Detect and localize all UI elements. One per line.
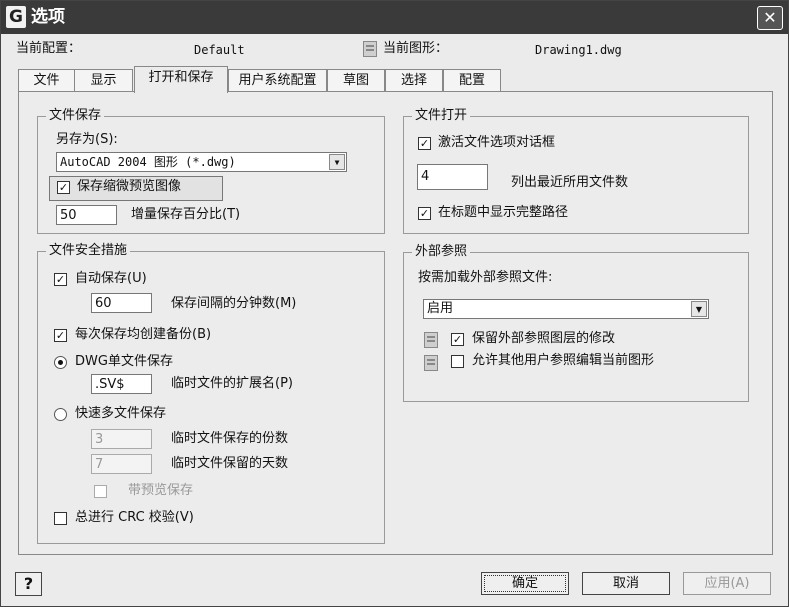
file-open-legend: 文件打开	[412, 107, 471, 125]
retain-changes-label: 保留外部参照图层的修改	[472, 331, 616, 346]
minutes-input[interactable]: 60	[91, 293, 152, 313]
tab-files[interactable]: 文件	[18, 69, 75, 92]
xref-legend: 外部参照	[412, 243, 471, 261]
drawing-file-icon	[363, 41, 377, 57]
preview-save-checkbox	[94, 485, 107, 498]
demand-load-dropdown[interactable]: 启用 ▼	[423, 299, 709, 319]
minutes-label: 保存间隔的分钟数(M)	[171, 296, 297, 311]
recent-files-input[interactable]: 4	[417, 164, 488, 190]
allow-edit-checkbox[interactable]	[451, 355, 464, 368]
autosave-label: 自动保存(U)	[75, 271, 147, 286]
help-button[interactable]: ?	[15, 572, 42, 596]
tab-user-preferences[interactable]: 用户系统配置	[228, 69, 327, 92]
demand-load-label: 按需加载外部参照文件:	[418, 270, 553, 285]
tab-display[interactable]: 显示	[74, 69, 133, 92]
crc-checkbox[interactable]	[54, 512, 67, 525]
demand-load-value: 启用	[427, 301, 454, 316]
preview-save-label: 带预览保存	[128, 483, 194, 498]
tab-drafting[interactable]: 草图	[327, 69, 385, 92]
cancel-button[interactable]: 取消	[582, 572, 670, 595]
apply-button: 应用(A)	[683, 572, 771, 595]
file-save-legend: 文件保存	[46, 107, 105, 125]
temp-days-input: 7	[91, 454, 152, 474]
current-drawing-value: Drawing1.dwg	[535, 43, 622, 57]
temp-extension-label: 临时文件的扩展名(P)	[171, 376, 293, 391]
app-logo-icon: G	[6, 6, 26, 28]
retain-changes-checkbox[interactable]: ✓	[451, 333, 464, 346]
thumbnail-checkbox[interactable]: ✓	[57, 181, 70, 194]
dwg-single-radio[interactable]	[54, 356, 67, 369]
full-path-label: 在标题中显示完整路径	[438, 205, 569, 220]
autosave-checkbox[interactable]: ✓	[54, 273, 67, 286]
thumbnail-label: 保存缩微预览图像	[77, 179, 182, 194]
activate-dialog-label: 激活文件选项对话框	[438, 135, 556, 150]
recent-files-label: 列出最近所用文件数	[511, 175, 629, 190]
save-as-value: AutoCAD 2004 图形 (*.dwg)	[60, 155, 236, 169]
dwg-single-label: DWG单文件保存	[75, 354, 173, 369]
chevron-down-icon[interactable]: ▼	[691, 301, 707, 317]
quick-multi-radio[interactable]	[54, 408, 67, 421]
tab-selection[interactable]: 选择	[385, 69, 443, 92]
drawing-file-icon	[424, 355, 438, 371]
ok-button[interactable]: 确定	[481, 572, 569, 595]
dialog-title: 选项	[31, 7, 65, 27]
save-as-label: 另存为(S):	[56, 132, 118, 147]
file-safety-legend: 文件安全措施	[46, 242, 131, 260]
temp-extension-input[interactable]: .SV$	[91, 374, 152, 394]
quick-multi-label: 快速多文件保存	[75, 406, 167, 421]
temp-count-label: 临时文件保存的份数	[171, 431, 289, 446]
temp-days-label: 临时文件保留的天数	[171, 456, 289, 471]
title-bar[interactable]: G 选项 ✕	[1, 1, 788, 34]
close-icon[interactable]: ✕	[757, 6, 783, 30]
incremental-save-input[interactable]: 50	[56, 205, 117, 225]
backup-checkbox[interactable]: ✓	[54, 329, 67, 342]
full-path-checkbox[interactable]: ✓	[418, 207, 431, 220]
incremental-save-label: 增量保存百分比(T)	[131, 207, 241, 222]
current-profile-value: Default	[194, 43, 245, 57]
allow-edit-label: 允许其他用户参照编辑当前图形	[472, 353, 655, 368]
crc-label: 总进行 CRC 校验(V)	[75, 510, 194, 525]
current-drawing-label: 当前图形：	[383, 41, 449, 56]
tab-open-save[interactable]: 打开和保存	[134, 66, 228, 93]
drawing-file-icon	[424, 332, 438, 348]
chevron-down-icon[interactable]: ▼	[329, 154, 345, 170]
current-profile-label: 当前配置：	[16, 41, 82, 56]
tab-profiles[interactable]: 配置	[443, 69, 501, 92]
temp-count-input: 3	[91, 429, 152, 449]
activate-dialog-checkbox[interactable]: ✓	[418, 137, 431, 150]
options-dialog: G 选项 ✕ 当前配置： Default 当前图形： Drawing1.dwg …	[0, 0, 789, 607]
save-as-dropdown[interactable]: AutoCAD 2004 图形 (*.dwg) ▼	[56, 152, 347, 172]
backup-label: 每次保存均创建备份(B)	[75, 327, 212, 342]
